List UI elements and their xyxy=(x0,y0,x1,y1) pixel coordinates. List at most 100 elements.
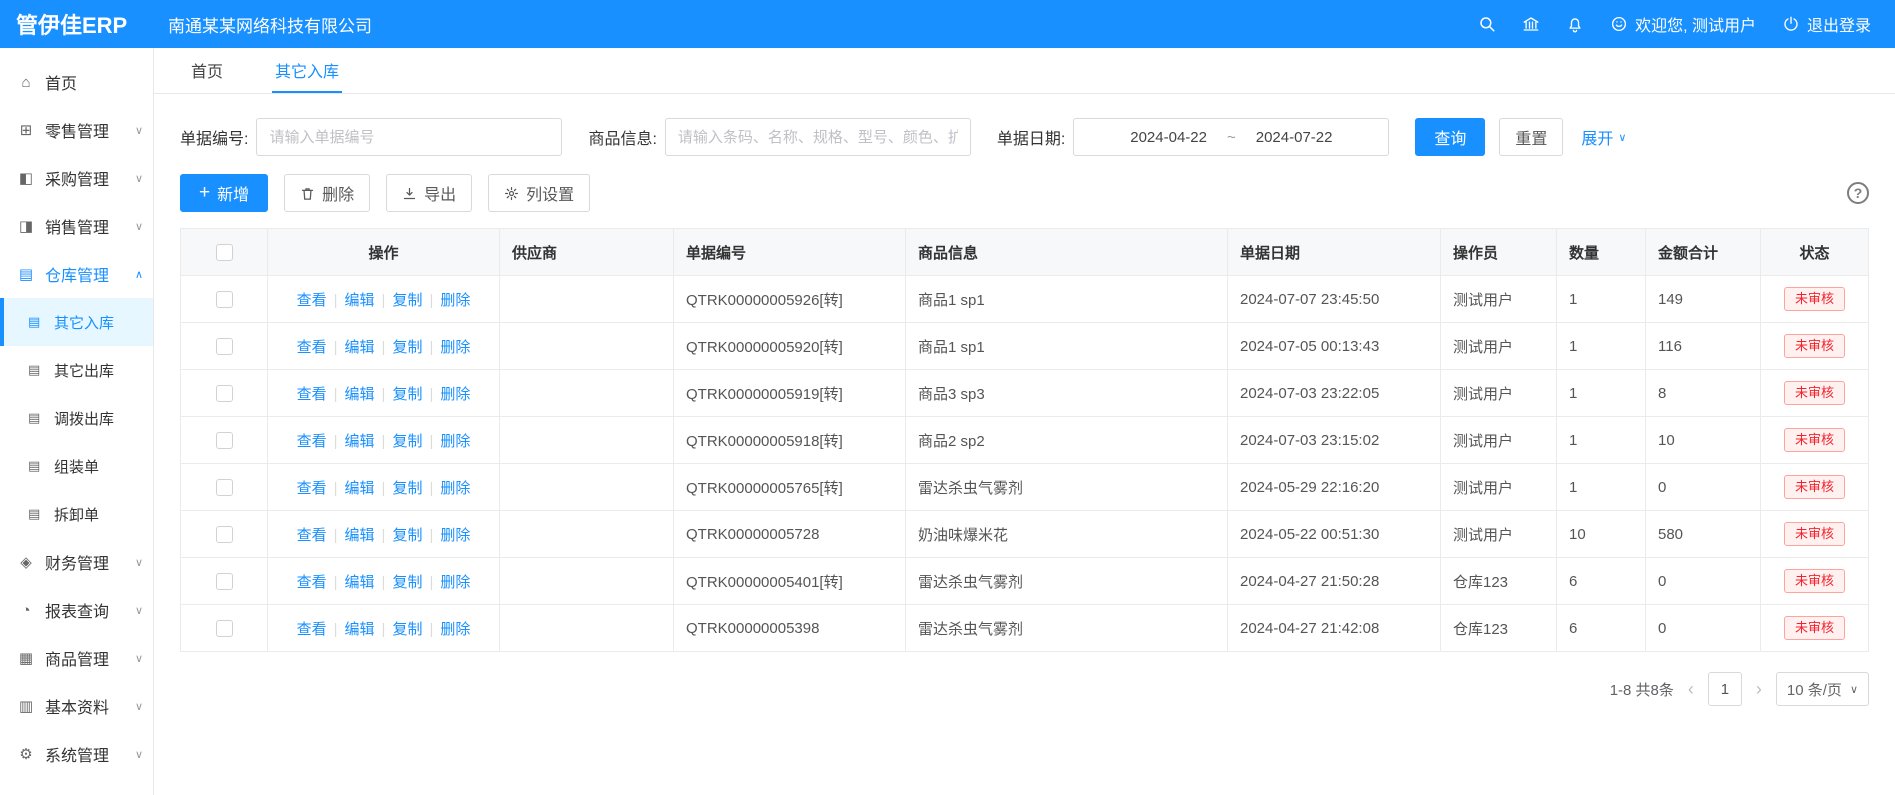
row-action-copy[interactable]: 复制 xyxy=(392,433,422,450)
current-page-button[interactable]: 1 xyxy=(1708,672,1742,706)
row-checkbox[interactable] xyxy=(216,432,233,449)
row-checkbox[interactable] xyxy=(216,573,233,590)
goods-icon: ▦ xyxy=(16,649,36,667)
row-action-delete[interactable]: 删除 xyxy=(440,527,470,544)
row-action-view[interactable]: 查看 xyxy=(297,339,327,356)
row-action-view[interactable]: 查看 xyxy=(297,574,327,591)
row-checkbox[interactable] xyxy=(216,385,233,402)
app-body: ⌂首页⊞零售管理∨◧采购管理∨◨销售管理∨▤仓库管理∧▤其它入库▤其它出库▤调拨… xyxy=(0,48,1895,795)
sidebar-item-report[interactable]: ◔报表查询∨ xyxy=(0,586,153,634)
bill-no-label: 单据编号: xyxy=(180,125,248,149)
sidebar-subitem-assembly[interactable]: ▤组装单 xyxy=(0,442,153,490)
sidebar-item-home[interactable]: ⌂首页 xyxy=(0,58,153,106)
row-action-copy[interactable]: 复制 xyxy=(392,574,422,591)
sidebar-subitem-transfer-out[interactable]: ▤调拨出库 xyxy=(0,394,153,442)
delete-button[interactable]: 删除 xyxy=(284,174,370,212)
bill-no-input[interactable] xyxy=(256,118,562,156)
sidebar-subitem-disassembly[interactable]: ▤拆卸单 xyxy=(0,490,153,538)
building-icon[interactable] xyxy=(1522,15,1540,33)
toolbar: + 新增 删除 导出 xyxy=(180,174,1869,212)
sidebar-item-sales[interactable]: ◨销售管理∨ xyxy=(0,202,153,250)
row-action-copy[interactable]: 复制 xyxy=(392,386,422,403)
logout-button[interactable]: 退出登录 xyxy=(1782,12,1871,36)
cell-operator: 测试用户 xyxy=(1441,276,1557,323)
row-action-delete[interactable]: 删除 xyxy=(440,574,470,591)
row-action-view[interactable]: 查看 xyxy=(297,621,327,638)
row-action-delete[interactable]: 删除 xyxy=(440,386,470,403)
row-action-edit[interactable]: 编辑 xyxy=(345,292,375,309)
tab-other-in[interactable]: 其它入库 xyxy=(272,48,342,93)
row-action-delete[interactable]: 删除 xyxy=(440,433,470,450)
row-action-copy[interactable]: 复制 xyxy=(392,292,422,309)
sidebar-item-finance[interactable]: ◈财务管理∨ xyxy=(0,538,153,586)
row-action-edit[interactable]: 编辑 xyxy=(345,386,375,403)
row-action-copy[interactable]: 复制 xyxy=(392,339,422,356)
cell-qty: 6 xyxy=(1557,605,1646,652)
row-action-edit[interactable]: 编辑 xyxy=(345,527,375,544)
sidebar-item-retail[interactable]: ⊞零售管理∨ xyxy=(0,106,153,154)
expand-link[interactable]: 展开 ∨ xyxy=(1581,125,1626,149)
reset-button[interactable]: 重置 xyxy=(1499,118,1563,156)
cell-operator: 测试用户 xyxy=(1441,323,1557,370)
row-action-delete[interactable]: 删除 xyxy=(440,621,470,638)
cell-bill-no: QTRK00000005918[转] xyxy=(674,417,906,464)
row-action-view[interactable]: 查看 xyxy=(297,386,327,403)
sidebar-item-warehouse[interactable]: ▤仓库管理∧ xyxy=(0,250,153,298)
cell-supplier xyxy=(500,511,674,558)
add-button[interactable]: + 新增 xyxy=(180,174,268,212)
sidebar-menu: ⌂首页⊞零售管理∨◧采购管理∨◨销售管理∨▤仓库管理∧▤其它入库▤其它出库▤调拨… xyxy=(0,48,154,795)
row-action-edit[interactable]: 编辑 xyxy=(345,574,375,591)
sidebar-item-system[interactable]: ⚙系统管理∨ xyxy=(0,730,153,778)
row-action-edit[interactable]: 编辑 xyxy=(345,433,375,450)
table-row: 查看|编辑|复制|删除QTRK00000005919[转]商品3 sp32024… xyxy=(181,370,1869,417)
cell-supplier xyxy=(500,464,674,511)
row-action-edit[interactable]: 编辑 xyxy=(345,621,375,638)
prev-page-button[interactable]: ‹ xyxy=(1686,680,1696,698)
product-info-input[interactable] xyxy=(665,118,971,156)
search-icon[interactable] xyxy=(1478,15,1496,33)
row-action-delete[interactable]: 删除 xyxy=(440,292,470,309)
row-checkbox[interactable] xyxy=(216,620,233,637)
sidebar-item-purchase[interactable]: ◧采购管理∨ xyxy=(0,154,153,202)
row-action-copy[interactable]: 复制 xyxy=(392,621,422,638)
tab-home[interactable]: 首页 xyxy=(188,48,226,93)
status-badge: 未审核 xyxy=(1784,428,1845,452)
column-settings-button[interactable]: 列设置 xyxy=(488,174,590,212)
row-checkbox[interactable] xyxy=(216,479,233,496)
cell-product: 商品3 sp3 xyxy=(906,370,1228,417)
row-action-edit[interactable]: 编辑 xyxy=(345,480,375,497)
row-checkbox[interactable] xyxy=(216,338,233,355)
cell-date: 2024-05-29 22:16:20 xyxy=(1228,464,1441,511)
user-welcome[interactable]: 欢迎您, 测试用户 xyxy=(1610,12,1756,36)
sidebar-subitem-other-out[interactable]: ▤其它出库 xyxy=(0,346,153,394)
chevron-up-icon: ∧ xyxy=(135,268,143,281)
sidebar-subitem-other-in[interactable]: ▤其它入库 xyxy=(0,298,153,346)
cell-date: 2024-07-03 23:15:02 xyxy=(1228,417,1441,464)
row-checkbox[interactable] xyxy=(216,291,233,308)
row-action-delete[interactable]: 删除 xyxy=(440,480,470,497)
sidebar-item-goods[interactable]: ▦商品管理∨ xyxy=(0,634,153,682)
row-action-view[interactable]: 查看 xyxy=(297,527,327,544)
table-row: 查看|编辑|复制|删除QTRK00000005728奶油味爆米花2024-05-… xyxy=(181,511,1869,558)
row-action-edit[interactable]: 编辑 xyxy=(345,339,375,356)
chevron-down-icon: ∨ xyxy=(135,220,143,233)
row-action-view[interactable]: 查看 xyxy=(297,292,327,309)
row-action-view[interactable]: 查看 xyxy=(297,480,327,497)
select-all-checkbox[interactable] xyxy=(216,244,233,261)
date-range-picker[interactable]: 2024-04-22 ~ 2024-07-22 xyxy=(1073,118,1389,156)
sidebar-item-basic[interactable]: ▥基本资料∨ xyxy=(0,682,153,730)
row-checkbox[interactable] xyxy=(216,526,233,543)
row-action-copy[interactable]: 复制 xyxy=(392,527,422,544)
row-action-copy[interactable]: 复制 xyxy=(392,480,422,497)
search-button[interactable]: 查询 xyxy=(1415,118,1485,156)
export-button[interactable]: 导出 xyxy=(386,174,472,212)
page-size-select[interactable]: 10 条/页 ∨ xyxy=(1776,672,1869,706)
row-action-delete[interactable]: 删除 xyxy=(440,339,470,356)
next-page-button[interactable]: › xyxy=(1754,680,1764,698)
column-header: 数量 xyxy=(1557,229,1646,276)
row-action-view[interactable]: 查看 xyxy=(297,433,327,450)
pagination-total: 1-8 共8条 xyxy=(1610,679,1674,700)
bell-icon[interactable] xyxy=(1566,15,1584,33)
help-icon[interactable]: ? xyxy=(1847,182,1869,204)
cell-bill-no: QTRK00000005728 xyxy=(674,511,906,558)
